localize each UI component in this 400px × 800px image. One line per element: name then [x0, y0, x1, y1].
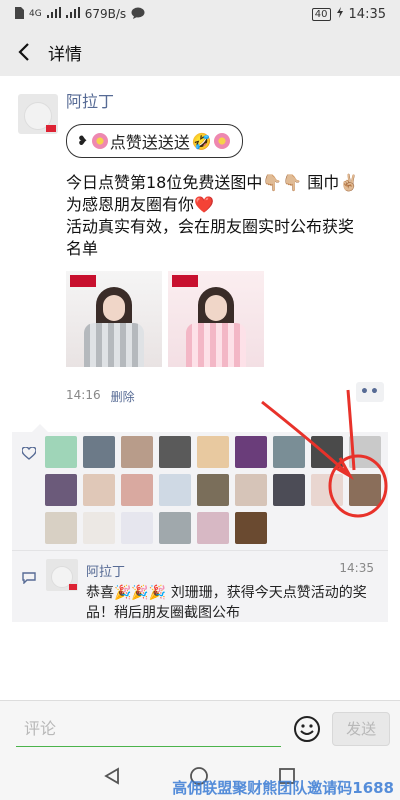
sim-card-icon	[14, 6, 24, 22]
liker-avatar[interactable]	[311, 474, 343, 506]
heart-icon	[21, 445, 37, 464]
commenter-avatar[interactable]	[46, 559, 78, 591]
signal-icon-2	[65, 7, 80, 21]
post-meta: 14:16 删除	[66, 388, 135, 405]
battery-indicator: 40	[311, 7, 331, 21]
liker-avatar[interactable]	[45, 474, 77, 506]
message-notification-icon	[131, 7, 145, 22]
liker-avatar[interactable]	[83, 512, 115, 544]
comment-text[interactable]: 恭喜🎉🎉🎉 刘珊珊，获得今天点赞活动的奖品！稍后朋友圈截图公布	[86, 583, 380, 623]
liker-avatar[interactable]	[349, 436, 381, 468]
flower-icon	[91, 133, 108, 149]
signal-icon	[46, 7, 61, 21]
back-triangle-icon[interactable]	[104, 767, 120, 789]
liker-avatar[interactable]	[197, 474, 229, 506]
laughing-emoji-icon: 🤣	[191, 131, 212, 151]
watermark-text: 高佣联盟聚财熊团队邀请码1688	[172, 779, 394, 797]
liker-avatar[interactable]	[121, 512, 153, 544]
charging-icon	[336, 7, 343, 21]
more-actions-button[interactable]: ••	[356, 382, 384, 402]
promo-text: 点赞送送送	[109, 133, 190, 152]
top-nav-bar: 详情	[0, 28, 400, 76]
delete-link[interactable]: 删除	[111, 388, 135, 405]
black-heart-icon: ❥	[77, 133, 88, 149]
comment-input-bar: 发送	[0, 700, 400, 756]
liker-avatar[interactable]	[83, 436, 115, 468]
liker-avatar[interactable]	[45, 436, 77, 468]
post-body: 今日点赞第18位免费送图中👇🏼👇🏼 围巾✌🏼 为感恩朋友圈有你❤️ 活动真实有效…	[66, 172, 386, 260]
post-line: 活动真实有效，会在朋友圈实时公布获奖	[66, 217, 355, 236]
promo-banner: ❥ 点赞送送送 🤣	[66, 124, 243, 158]
liker-avatar[interactable]	[159, 474, 191, 506]
comment-time: 14:35	[339, 561, 374, 575]
post-photo[interactable]	[168, 271, 264, 367]
liker-avatar[interactable]	[159, 436, 191, 468]
emoji-icon[interactable]	[293, 714, 323, 744]
commenter-name[interactable]: 阿拉丁	[86, 561, 125, 580]
flower-icon-2	[213, 133, 230, 149]
liker-avatar[interactable]	[159, 512, 191, 544]
liker-avatar[interactable]	[273, 474, 305, 506]
back-arrow-icon[interactable]	[12, 40, 36, 64]
liker-avatar[interactable]	[235, 474, 267, 506]
comment-icon	[22, 569, 36, 588]
likes-panel	[12, 424, 388, 550]
poster-avatar[interactable]	[18, 94, 58, 134]
liker-avatar[interactable]	[349, 474, 381, 506]
send-button[interactable]: 发送	[332, 711, 390, 746]
post-line: 今日点赞第18位免费送图中👇🏼👇🏼 围巾✌🏼	[66, 173, 360, 192]
network-speed: 679B/s	[84, 7, 127, 21]
status-bar: 4G 679B/s 40 14:35	[0, 0, 400, 28]
liker-avatar[interactable]	[121, 436, 153, 468]
liker-avatar[interactable]	[235, 436, 267, 468]
liker-avatar[interactable]	[197, 436, 229, 468]
post-time: 14:16	[66, 388, 101, 402]
liker-avatar[interactable]	[83, 474, 115, 506]
post-detail: 阿拉丁 ❥ 点赞送送送 🤣 今日点赞第18位免费送图中👇🏼👇🏼 围巾✌🏼 为感恩…	[0, 76, 400, 700]
status-time: 14:35	[348, 6, 386, 22]
post-photo[interactable]	[66, 271, 162, 367]
comment-panel: 阿拉丁 14:35 恭喜🎉🎉🎉 刘珊珊，获得今天点赞活动的奖品！稍后朋友圈截图公…	[12, 550, 388, 622]
post-line: 为感恩朋友圈有你❤️	[66, 195, 214, 214]
post-line: 名单	[66, 239, 99, 258]
post-photos	[66, 271, 264, 367]
liker-avatar[interactable]	[235, 512, 267, 544]
liker-avatar[interactable]	[197, 512, 229, 544]
liker-avatar[interactable]	[121, 474, 153, 506]
network-type-label: 4G	[29, 9, 42, 19]
liker-avatar[interactable]	[45, 512, 77, 544]
liker-avatar-grid	[45, 436, 385, 544]
liker-avatar[interactable]	[311, 436, 343, 468]
poster-name[interactable]: 阿拉丁	[66, 88, 114, 112]
comment-input[interactable]	[16, 710, 281, 747]
liker-avatar[interactable]	[273, 436, 305, 468]
page-title: 详情	[48, 44, 82, 65]
